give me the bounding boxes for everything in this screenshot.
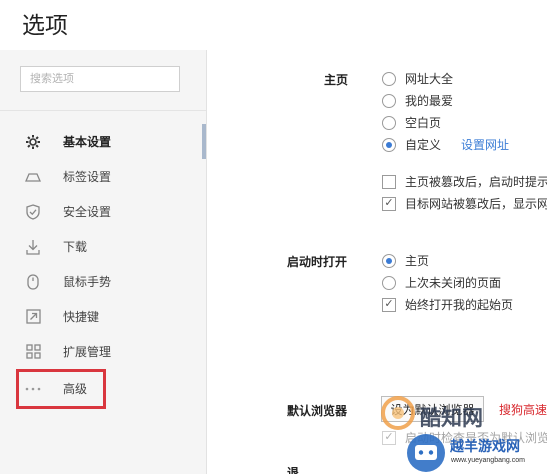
homepage-option-custom[interactable]: 自定义 设置网址 [382,136,509,153]
watermark-game-logo [404,432,448,474]
sidebar-item-tab-settings[interactable]: 标签设置 [0,159,206,194]
default-browser-label: 默认浏览器 [287,404,348,418]
search-input[interactable]: 搜索选项 [20,66,180,92]
extensions-icon [24,343,42,361]
homepage-tamper-prompt-checkbox[interactable]: 主页被篡改后，启动时提示 [382,173,547,190]
homepage-label: 主页 [324,73,349,87]
startup-option-last-session[interactable]: 上次未关闭的页面 [382,274,501,291]
radio-button[interactable] [382,71,396,86]
sidebar-item-label: 安全设置 [63,205,112,219]
radio-button[interactable] [382,115,396,130]
highlight-box [16,369,106,409]
sidebar-item-basic-settings[interactable]: 基本设置 [0,124,206,159]
sidebar-item-download[interactable]: 下载 [0,229,206,264]
homepage-option-favorites[interactable]: 我的最爱 [382,92,453,109]
sidebar-item-label: 基本设置 [63,135,112,149]
default-browser-warning: 搜狗高速浏 [499,403,547,417]
mouse-icon [24,273,42,291]
always-open-start-page-checkbox[interactable]: ✓ 始终打开我的起始页 [382,296,513,313]
radio-button[interactable] [382,275,396,290]
startup-label: 启动时打开 [287,255,348,269]
sidebar-item-label: 标签设置 [63,170,112,184]
title-bar: 选项 [0,0,547,50]
radio-button[interactable] [382,93,396,108]
sidebar: 搜索选项 基本设置 标签设置 安全设置 下载 鼠标手势 快捷键 扩展管理 高级 [0,50,207,474]
settings-content: 主页 网址大全 我的最爱 空白页 自定义 设置网址 主页被篡改后，启动时提示 ✓… [207,50,547,474]
sidebar-item-mouse-gestures[interactable]: 鼠标手势 [0,264,206,299]
sidebar-item-label: 扩展管理 [63,345,112,359]
sidebar-item-shortcuts[interactable]: 快捷键 [0,299,206,334]
checkbox[interactable] [382,174,396,189]
homepage-option-nav[interactable]: 网址大全 [382,70,453,87]
sidebar-item-extensions[interactable]: 扩展管理 [0,334,206,369]
watermark-url: www.yueyangbang.com [451,457,525,464]
sidebar-item-security-settings[interactable]: 安全设置 [0,194,206,229]
checkbox-checked[interactable]: ✓ [382,196,396,211]
shortcut-icon [24,308,42,326]
window-title: 选项 [22,13,68,39]
radio-button-selected[interactable] [382,253,396,268]
download-icon [24,238,42,256]
set-url-link[interactable]: 设置网址 [461,136,509,153]
sidebar-item-label: 下载 [63,240,88,254]
startup-option-homepage[interactable]: 主页 [382,252,429,269]
sidebar-item-label: 鼠标手势 [63,275,112,289]
active-indicator [202,124,206,159]
homepage-option-blank[interactable]: 空白页 [382,114,441,131]
tab-icon [24,168,42,186]
sidebar-divider [0,110,206,111]
partial-section-label: 退 [287,466,300,474]
checkbox-checked[interactable]: ✓ [382,297,396,312]
gear-icon [24,133,42,151]
watermark-site-name: 越羊游戏网 [450,439,520,455]
watermark-text: 酷知网 [420,406,483,430]
shield-icon [24,203,42,221]
sidebar-item-label: 快捷键 [63,310,100,324]
target-site-tamper-checkbox[interactable]: ✓ 目标网站被篡改后，显示网页 [382,195,547,212]
radio-button-selected[interactable] [382,137,396,152]
